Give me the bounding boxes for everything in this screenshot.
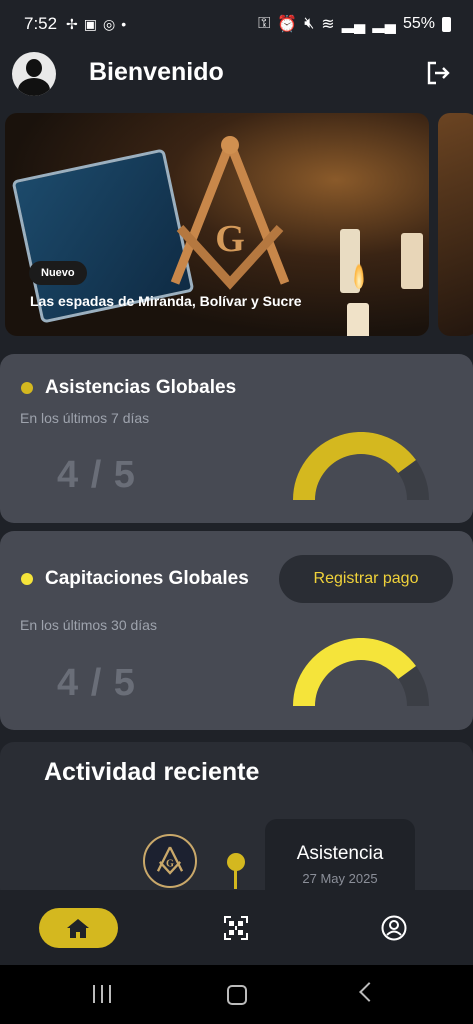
system-home-button[interactable] <box>227 985 247 1005</box>
system-status: ⚿ ⏰ 🔇︎ ≋ ▂▄ ▂▄ 55% <box>258 14 451 34</box>
next-banner[interactable] <box>438 113 473 336</box>
status-dot <box>21 382 33 394</box>
banner-title: Las espadas de Miranda, Bolívar y Sucre <box>30 293 302 309</box>
svg-text:G: G <box>215 218 245 260</box>
attendance-subtitle: En los últimos 7 días <box>20 410 150 426</box>
attendance-title: Asistencias Globales <box>45 377 237 398</box>
status-time: 7:52 <box>24 14 58 33</box>
capitation-gauge <box>293 638 429 707</box>
signal-icon-2: ▂▄ <box>372 16 396 33</box>
dot-icon: • <box>121 16 127 32</box>
signal-icon: ▂▄ <box>341 16 366 33</box>
new-badge: Nuevo <box>29 261 87 285</box>
battery-percentage: 55% <box>402 15 435 32</box>
recent-activity-title: Actividad reciente <box>44 758 260 786</box>
gauge-fill <box>293 638 416 707</box>
profile-icon[interactable] <box>381 915 407 941</box>
recent-apps-button[interactable] <box>93 985 111 1003</box>
alarm-icon: ⏰ <box>277 16 298 33</box>
gauge-fill <box>293 432 416 501</box>
lodge-logo-icon: G <box>143 834 197 888</box>
home-icon <box>67 919 89 938</box>
avatar[interactable] <box>12 52 56 96</box>
back-button[interactable] <box>359 982 379 1002</box>
pinwheel-icon: ✢ <box>66 16 78 32</box>
attendance-card: Asistencias Globales En los últimos 7 dí… <box>0 354 473 523</box>
bottom-navigation <box>0 890 473 965</box>
capitation-title: Capitaciones Globales <box>45 568 249 589</box>
nav-home-button[interactable] <box>39 908 118 948</box>
image-icon: ▣ <box>83 16 97 32</box>
recent-activity-section: Actividad reciente G Asistencia 27 May 2… <box>0 742 473 902</box>
status-dot <box>21 573 33 585</box>
attendance-gauge <box>293 432 429 501</box>
svg-text:G: G <box>166 859 174 870</box>
battery-icon <box>442 16 451 32</box>
mute-icon: 🔇︎ <box>304 15 315 32</box>
activity-date: 27 May 2025 <box>302 871 378 886</box>
qr-scan-icon[interactable] <box>223 915 249 941</box>
page-title: Bienvenido <box>89 58 224 86</box>
capitation-subtitle: En los últimos 30 días <box>20 617 157 633</box>
capitation-score: 4 / 5 <box>57 662 136 704</box>
status-bar: 7:52 ✢ ▣ ◎ • ⚿ ⏰ 🔇︎ ≋ ▂▄ ▂▄ 55% <box>0 0 473 46</box>
notification-icons: ✢ ▣ ◎ • <box>66 16 126 33</box>
square-and-compass-icon: G <box>170 136 290 290</box>
logout-icon[interactable] <box>425 60 451 86</box>
timeline-line <box>234 869 237 889</box>
attendance-score: 4 / 5 <box>57 454 136 496</box>
system-navigation-bar <box>0 965 473 1024</box>
activity-type: Asistencia <box>296 843 384 864</box>
register-payment-button[interactable]: Registrar pago <box>279 555 453 603</box>
whatsapp-icon: ◎ <box>102 16 116 32</box>
wifi-icon: ≋ <box>321 16 335 33</box>
app-header: Bienvenido <box>0 46 473 106</box>
key-icon: ⚿ <box>258 15 271 32</box>
